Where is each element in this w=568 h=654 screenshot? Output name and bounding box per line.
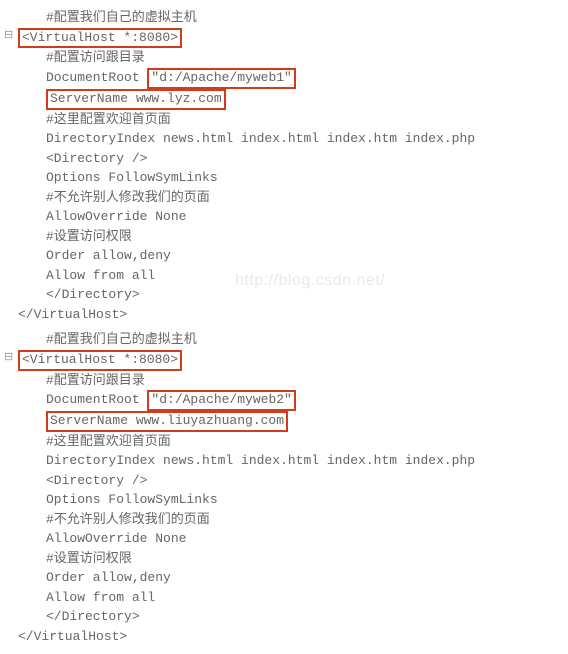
code-line: </Directory>	[4, 607, 560, 627]
code-line: </VirtualHost>	[4, 305, 560, 325]
code-line: #配置我们自己的虚拟主机	[4, 8, 560, 28]
code-text: Allow from all	[18, 588, 560, 608]
code-line: #配置我们自己的虚拟主机	[4, 330, 560, 350]
code-line: #这里配置欢迎首页面	[4, 110, 560, 130]
code-line: DirectoryIndex news.html index.html inde…	[4, 451, 560, 471]
code-text-prefix: DocumentRoot	[46, 70, 147, 85]
code-text: <Directory />	[18, 471, 560, 491]
code-text: <Directory />	[18, 149, 560, 169]
code-text: AllowOverride None	[18, 207, 560, 227]
code-line: <Directory />	[4, 471, 560, 491]
code-text: </Directory>	[18, 607, 560, 627]
fold-gutter[interactable]: ⊟	[4, 28, 18, 45]
code-text: DirectoryIndex news.html index.html inde…	[18, 129, 560, 149]
code-line: <Directory />	[4, 149, 560, 169]
code-text: ServerName www.lyz.com	[18, 89, 560, 110]
code-line: ⊟<VirtualHost *:8080>	[4, 350, 560, 371]
code-text: DirectoryIndex news.html index.html inde…	[18, 451, 560, 471]
highlight-box: <VirtualHost *:8080>	[18, 350, 182, 371]
code-text: #设置访问权限	[18, 227, 560, 247]
fold-gutter[interactable]: ⊟	[4, 350, 18, 367]
code-line: </Directory>	[4, 285, 560, 305]
code-line: Order allow,deny	[4, 246, 560, 266]
code-line: #设置访问权限	[4, 549, 560, 569]
code-line: DocumentRoot "d:/Apache/myweb1"	[4, 68, 560, 89]
code-text: DocumentRoot "d:/Apache/myweb2"	[18, 390, 560, 411]
code-text-prefix: DocumentRoot	[46, 392, 147, 407]
code-text: </VirtualHost>	[18, 627, 560, 647]
code-text: #这里配置欢迎首页面	[18, 110, 560, 130]
code-line: DirectoryIndex news.html index.html inde…	[4, 129, 560, 149]
code-text: Options FollowSymLinks	[18, 490, 560, 510]
code-line: #配置访问跟目录	[4, 371, 560, 391]
code-text: </Directory>	[18, 285, 560, 305]
code-text: #配置我们自己的虚拟主机	[18, 8, 560, 28]
highlight-box: "d:/Apache/myweb2"	[147, 390, 295, 411]
code-line: #不允许别人修改我们的页面	[4, 510, 560, 530]
code-line: #配置访问跟目录	[4, 48, 560, 68]
code-line: Order allow,deny	[4, 568, 560, 588]
code-text: Order allow,deny	[18, 568, 560, 588]
code-text: #配置访问跟目录	[18, 371, 560, 391]
code-text: DocumentRoot "d:/Apache/myweb1"	[18, 68, 560, 89]
code-line: ServerName www.lyz.com	[4, 89, 560, 110]
code-text: #设置访问权限	[18, 549, 560, 569]
code-text: #这里配置欢迎首页面	[18, 432, 560, 452]
code-line: #这里配置欢迎首页面	[4, 432, 560, 452]
code-line: Options FollowSymLinks	[4, 168, 560, 188]
code-text: Options FollowSymLinks	[18, 168, 560, 188]
code-text: Allow from all	[18, 266, 560, 286]
code-line: ServerName www.liuyazhuang.com	[4, 411, 560, 432]
code-text: #不允许别人修改我们的页面	[18, 188, 560, 208]
code-line: Allow from all	[4, 266, 560, 286]
code-line: Allow from all	[4, 588, 560, 608]
code-line: #不允许别人修改我们的页面	[4, 188, 560, 208]
code-line: Options FollowSymLinks	[4, 490, 560, 510]
highlight-box: ServerName www.liuyazhuang.com	[46, 411, 288, 432]
code-block-container: #配置我们自己的虚拟主机⊟<VirtualHost *:8080>#配置访问跟目…	[4, 8, 560, 646]
highlight-box: "d:/Apache/myweb1"	[147, 68, 295, 89]
code-text: Order allow,deny	[18, 246, 560, 266]
code-line: DocumentRoot "d:/Apache/myweb2"	[4, 390, 560, 411]
highlight-box: <VirtualHost *:8080>	[18, 28, 182, 49]
code-text: #配置我们自己的虚拟主机	[18, 330, 560, 350]
code-text: ServerName www.liuyazhuang.com	[18, 411, 560, 432]
code-text: </VirtualHost>	[18, 305, 560, 325]
code-text: <VirtualHost *:8080>	[18, 28, 560, 49]
code-line: </VirtualHost>	[4, 627, 560, 647]
code-text: <VirtualHost *:8080>	[18, 350, 560, 371]
code-text: #不允许别人修改我们的页面	[18, 510, 560, 530]
code-line: ⊟<VirtualHost *:8080>	[4, 28, 560, 49]
highlight-box: ServerName www.lyz.com	[46, 89, 226, 110]
code-text: #配置访问跟目录	[18, 48, 560, 68]
code-line: #设置访问权限	[4, 227, 560, 247]
code-line: AllowOverride None	[4, 207, 560, 227]
